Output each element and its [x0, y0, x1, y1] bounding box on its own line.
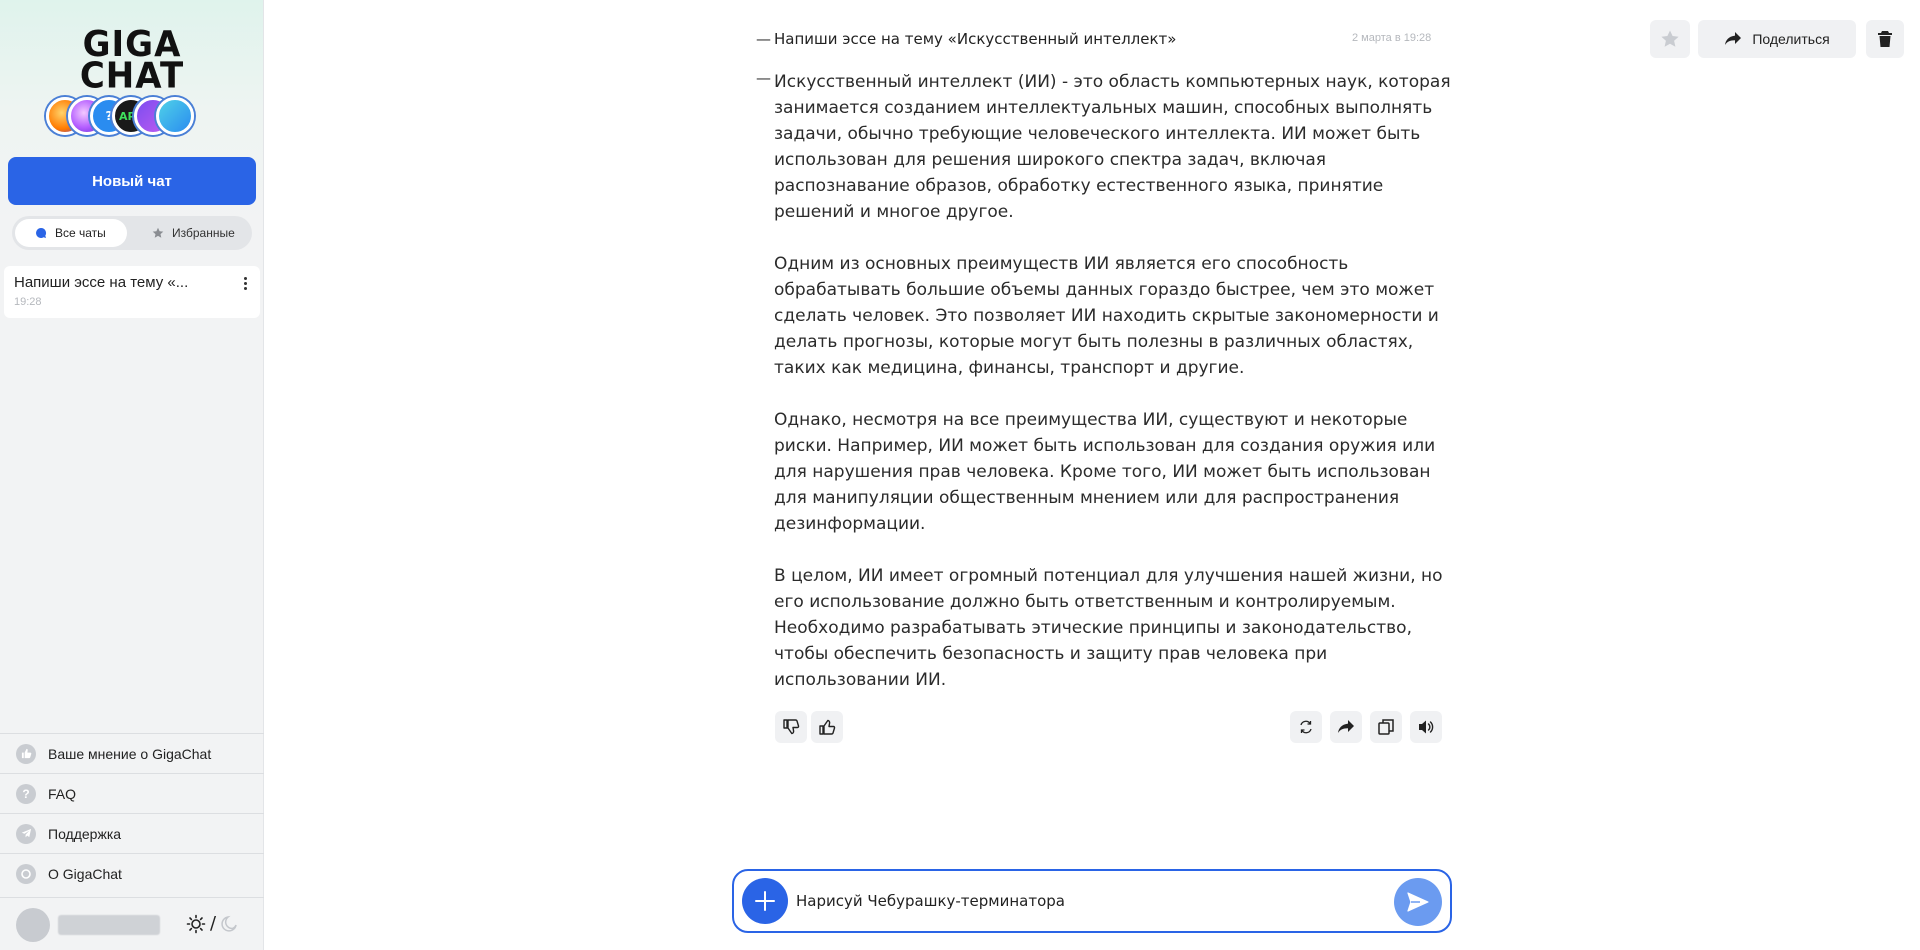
- answer-paragraph: Одним из основных преимуществ ИИ являетс…: [774, 254, 1439, 378]
- menu-item-about-label: О GigaChat: [48, 865, 122, 882]
- assistant-avatars: ? APE: [46, 97, 218, 137]
- answer-paragraph: В целом, ИИ имеет огромный потенциал для…: [774, 566, 1443, 690]
- user-name-redacted: [58, 915, 160, 935]
- menu-item-support-label: Поддержка: [48, 825, 122, 842]
- forward-button[interactable]: [1330, 711, 1362, 743]
- answer-paragraph: Однако, несмотря на все преимущества ИИ,…: [774, 410, 1436, 534]
- refresh-icon: [1300, 720, 1312, 734]
- menu-item-faq[interactable]: ? FAQ: [0, 773, 264, 813]
- message-input[interactable]: [796, 889, 1356, 913]
- send-icon: [1407, 892, 1429, 912]
- answer-paragraph: Искусственный интеллект (ИИ) - это облас…: [774, 72, 1451, 222]
- sun-icon[interactable]: [186, 914, 206, 934]
- telegram-icon: [16, 823, 36, 844]
- tab-favorites-label: Избранные: [172, 226, 235, 240]
- tab-all-chats-label: Все чаты: [55, 226, 106, 240]
- tab-favorites[interactable]: Избранные: [138, 219, 248, 247]
- trash-icon: [1878, 31, 1892, 47]
- menu-item-feedback-label: Ваше мнение о GigaChat: [48, 745, 212, 762]
- menu-item-support[interactable]: Поддержка: [0, 813, 264, 853]
- thumbs-up-icon: [819, 719, 836, 735]
- share-button-label: Поделиться: [1752, 31, 1830, 47]
- menu-item-faq-label: FAQ: [48, 785, 77, 802]
- assistant-avatar-6[interactable]: [156, 97, 194, 135]
- dislike-button[interactable]: [775, 711, 807, 743]
- chat-filter-tabs: Все чаты Избранные: [12, 216, 252, 250]
- logo-line-2: CHAT: [79, 54, 185, 97]
- menu-item-feedback[interactable]: Ваше мнение о GigaChat: [0, 733, 264, 773]
- tab-all-chats[interactable]: Все чаты: [15, 219, 127, 247]
- gigachat-icon: [16, 863, 36, 884]
- message-dash: —: [756, 69, 771, 87]
- menu-item-about[interactable]: О GigaChat: [0, 853, 264, 893]
- copy-button[interactable]: [1370, 711, 1402, 743]
- chat-list-item[interactable]: Напиши эссе на тему «... 19:28: [4, 266, 260, 318]
- avatar[interactable]: [16, 908, 50, 942]
- sidebar-bottom-menu: Ваше мнение о GigaChat ? FAQ Поддержка О…: [0, 733, 264, 893]
- share-arrow-icon: [1338, 720, 1354, 733]
- message-dash: —: [756, 30, 771, 48]
- like-button[interactable]: [811, 711, 843, 743]
- speaker-icon: [1419, 720, 1434, 734]
- new-chat-button[interactable]: Новый чат: [8, 157, 256, 205]
- plus-icon: [755, 891, 775, 911]
- thumbs-down-icon: [783, 719, 800, 735]
- like-icon: [16, 743, 36, 764]
- copy-icon: [1378, 719, 1394, 735]
- star-icon: [152, 227, 164, 238]
- regenerate-button[interactable]: [1290, 711, 1322, 743]
- assistant-message: Искусственный интеллект (ИИ) - это облас…: [774, 69, 1454, 693]
- chat-bubble-icon: [36, 227, 47, 238]
- gigachat-logo[interactable]: GIGA CHAT: [62, 26, 202, 97]
- share-arrow-icon: [1725, 32, 1742, 45]
- attach-button[interactable]: [742, 878, 788, 924]
- user-profile[interactable]: /: [0, 897, 264, 950]
- message-timestamp: 2 марта в 19:28: [1352, 32, 1432, 44]
- sidebar: GIGA CHAT ? APE Новый чат Все чаты Избра…: [0, 0, 264, 950]
- star-icon: [1661, 30, 1679, 47]
- share-button[interactable]: Поделиться: [1698, 20, 1856, 58]
- moon-icon[interactable]: [220, 915, 238, 933]
- chat-item-time: 19:28: [14, 296, 42, 308]
- chat-item-title: Напиши эссе на тему «...: [14, 274, 189, 291]
- more-options-icon[interactable]: [240, 276, 250, 292]
- user-message-text: Напиши эссе на тему «Искусственный интел…: [774, 30, 1177, 48]
- send-button[interactable]: [1394, 878, 1442, 926]
- favorite-button[interactable]: [1650, 20, 1690, 58]
- delete-chat-button[interactable]: [1866, 20, 1904, 58]
- message-composer: [732, 869, 1452, 933]
- speak-button[interactable]: [1410, 711, 1442, 743]
- theme-toggle[interactable]: /: [186, 913, 238, 934]
- theme-separator: /: [210, 913, 217, 934]
- question-icon: ?: [16, 783, 36, 804]
